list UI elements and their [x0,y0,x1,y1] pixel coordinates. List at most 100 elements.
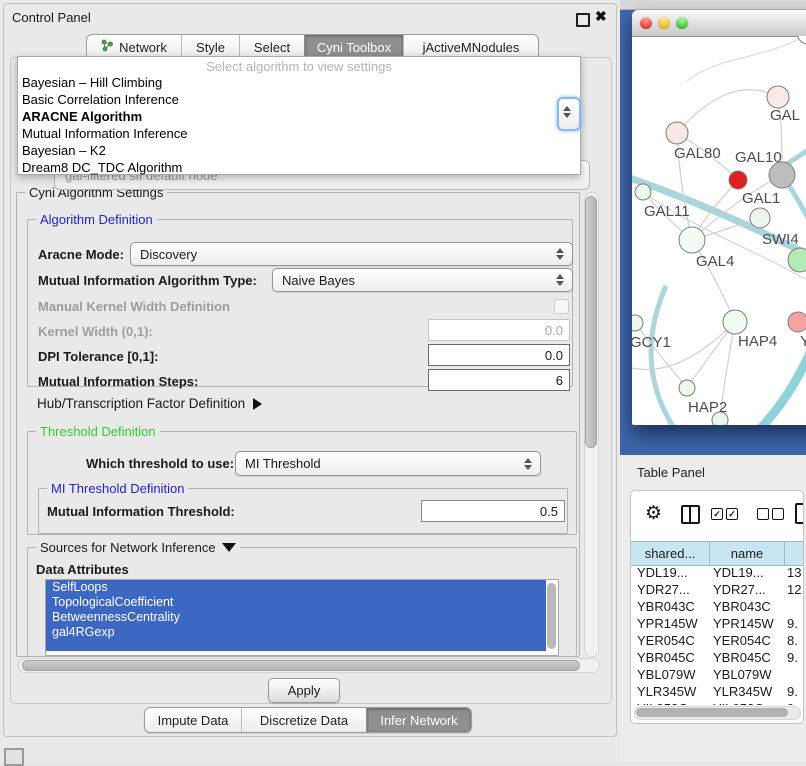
desktop-top-strip [620,0,806,10]
deselect-all-checkboxes-icon[interactable] [757,508,784,520]
list-vertical-scrollbar[interactable] [547,583,556,649]
table-row[interactable]: YBL079WYBL079W [631,666,803,683]
apply-button[interactable]: Apply [268,678,340,703]
algorithm-option-basic-correlation-inference[interactable]: Basic Correlation Inference [18,91,580,108]
node-label-swi4: SWI4 [762,231,799,248]
table-header-row: shared... name [631,541,803,566]
table-cell: 9. [787,684,803,699]
network-graph-icon [101,39,114,55]
sources-title-row[interactable]: Sources for Network Inference [36,540,240,555]
cyni-mode-tabs: Impute DataDiscretize DataInfer Network [144,707,472,733]
attribute-item-gal4rgexp[interactable]: gal4RGexp [46,625,546,640]
hub-definition-toggle[interactable]: Hub/Transcription Factor Definition [37,396,262,411]
mi-threshold-field[interactable]: 0.5 [421,500,565,522]
table-cell: 13 [787,565,803,580]
network-node[interactable] [729,171,747,189]
network-node-hap4[interactable] [723,310,747,334]
inference-algorithm-combo-fragment[interactable] [557,97,581,131]
table-cell: YDR27... [631,582,709,597]
algorithm-option-mutual-information-inference[interactable]: Mutual Information Inference [18,125,580,142]
mac-close-button[interactable] [640,17,652,29]
which-threshold-combo[interactable]: MI Threshold [235,451,541,476]
sources-title: Sources for Network Inference [40,540,216,555]
table-row[interactable]: YER054CYER054C8. [631,632,803,649]
select-all-checkboxes-icon[interactable]: ✓✓ [711,508,738,520]
table-row[interactable]: YPR145WYPR145W9. [631,615,803,632]
aracne-mode-combo[interactable]: Discovery [130,242,573,266]
algorithm-definition-group: Algorithm Definition Aracne Mode: Discov… [27,219,573,387]
minimized-dock-icon[interactable] [4,748,24,766]
node-label-gal10: GAL10 [735,149,782,166]
network-canvas[interactable]: GALGAL80GAL10GAL1GAL11SWI4GAL4GCY1HAP4YH… [632,36,806,425]
network-node[interactable] [712,412,728,425]
mi-steps-field[interactable]: 6 [428,369,570,391]
document-icon[interactable] [795,503,804,524]
table-cell: YIL052C [631,701,709,705]
list-item-partial[interactable] [46,640,546,651]
mi-threshold-label: Mutual Information Threshold: [47,504,235,519]
table-cell: 12 [787,582,803,597]
table-cell: YLR345W [709,684,787,699]
algorithm-option-dream8-dc-tdc-algorithm[interactable]: Dream8 DC_TDC Algorithm [18,159,580,176]
table-row[interactable]: YDL19...YDL19...13 [631,564,803,581]
mac-zoom-button[interactable] [676,17,688,29]
node-label-y: Y [800,333,806,350]
settings-vertical-scrollbar-thumb[interactable] [585,196,597,448]
float-window-button[interactable] [576,13,590,27]
network-node-gcy1[interactable] [632,315,643,331]
network-node-gal11[interactable] [635,184,651,200]
network-node-gal80[interactable] [666,122,688,144]
table-row[interactable]: YDR27...YDR27...12 [631,581,803,598]
gear-icon[interactable]: ⚙ [645,502,662,525]
table-cell: YBR045C [631,650,709,665]
column-header-name[interactable]: name [710,542,785,565]
network-node-swi4[interactable] [788,248,806,272]
aracne-mode-label: Aracne Mode: [38,247,124,262]
mi-steps-label: Mutual Information Steps: [38,374,198,389]
table-cell: YBR043C [631,599,709,614]
table-row[interactable]: YBR043CYBR043C [631,598,803,615]
mi-type-combo[interactable]: Naive Bayes [272,268,573,292]
network-node-gal1[interactable] [750,208,770,228]
table-row[interactable]: YIL052CYIL052C9 [631,700,803,705]
table-cell: YBR043C [709,599,787,614]
mac-minimize-button[interactable] [658,17,670,29]
kernel-width-field[interactable]: 0.0 [428,319,570,341]
collapse-arrow-icon [222,543,236,552]
algorithm-definition-title: Algorithm Definition [36,212,157,227]
attribute-item-selfloops[interactable]: SelfLoops [46,580,546,595]
table-cell: YDR27... [709,582,787,597]
settings-horizontal-scrollbar-thumb[interactable] [22,660,580,671]
manual-kernel-checkbox[interactable] [554,299,569,314]
close-panel-button[interactable]: ✖ [595,8,607,25]
node-label-gal4: GAL4 [696,253,734,270]
node-label-gal1: GAL1 [742,190,780,207]
column-header-partial[interactable] [785,542,803,565]
spinner-arrows-icon [563,106,571,118]
dpi-tolerance-field[interactable]: 0.0 [428,344,570,366]
network-node-hap2[interactable] [679,380,695,396]
network-window-titlebar[interactable] [632,10,806,37]
tab-infer-network[interactable]: Infer Network [366,708,471,732]
network-node[interactable] [797,36,806,44]
tab-impute-data[interactable]: Impute Data [145,708,241,732]
spinner-arrows-icon [556,274,564,286]
algorithm-option-bayesian-hill-climbing[interactable]: Bayesian – Hill Climbing [18,74,580,91]
apply-button-label: Apply [288,683,321,698]
tab-discretize-data[interactable]: Discretize Data [241,708,366,732]
network-node-gal[interactable] [767,86,789,108]
network-node-gal4[interactable] [679,227,705,253]
network-node-y[interactable] [788,312,806,332]
attribute-item-betweennesscentrality[interactable]: BetweennessCentrality [46,610,546,625]
split-columns-icon[interactable] [681,505,700,524]
algorithm-option-aracne-algorithm[interactable]: ARACNE Algorithm [18,108,580,125]
attribute-item-topologicalcoefficient[interactable]: TopologicalCoefficient [46,595,546,610]
table-row[interactable]: YBR045CYBR045C9. [631,649,803,666]
network-graph: GALGAL80GAL10GAL1GAL11SWI4GAL4GCY1HAP4YH… [632,36,806,425]
column-header-shared-name[interactable]: shared... [631,542,710,565]
table-row[interactable]: YLR345WYLR345W9. [631,683,803,700]
algorithm-option-bayesian-k2[interactable]: Bayesian – K2 [18,142,580,159]
table-horizontal-scrollbar-thumb[interactable] [636,708,788,717]
table-cell: YBR045C [709,650,787,665]
tab-jactivemnodules-label: jActiveMNodules [423,40,520,55]
